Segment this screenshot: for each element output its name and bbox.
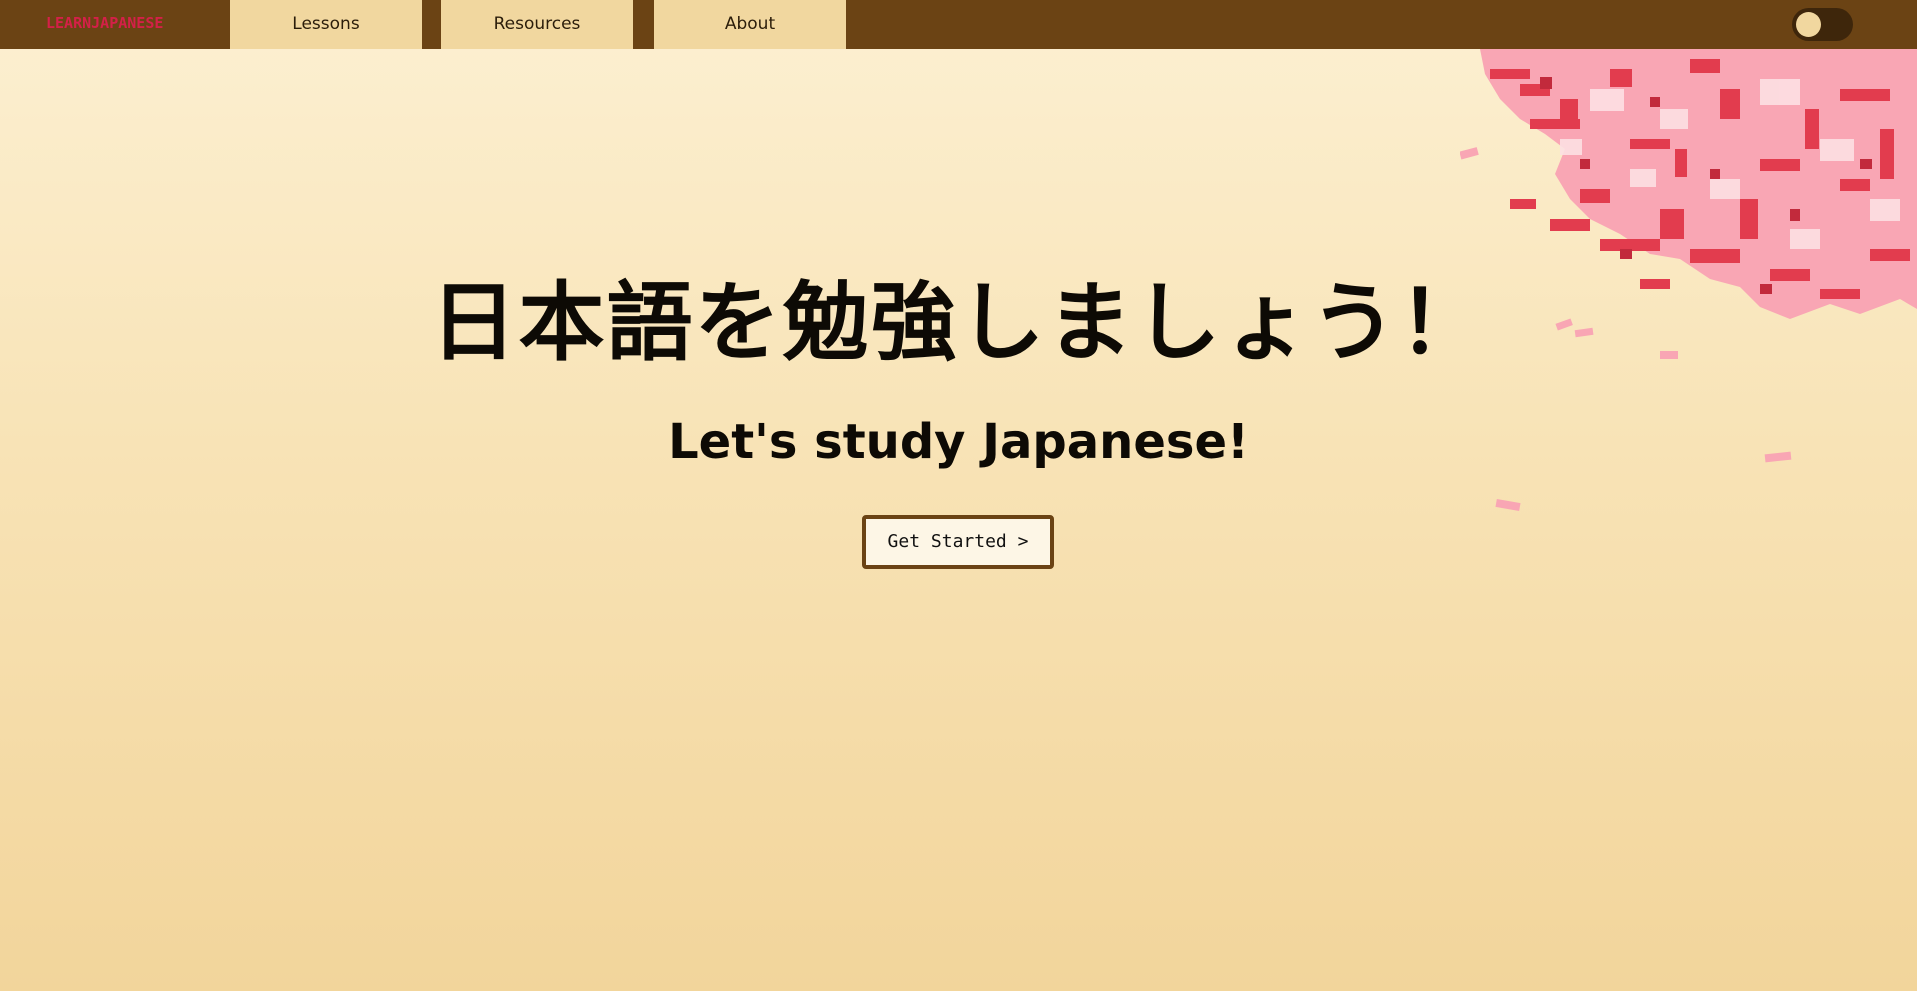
theme-toggle[interactable] — [1792, 8, 1853, 41]
nav-tab-resources[interactable]: Resources — [441, 0, 633, 49]
get-started-button[interactable]: Get Started > — [862, 515, 1054, 569]
top-navbar: LEARNJAPANESE Lessons Resources About — [0, 0, 1917, 49]
nav-tab-lessons[interactable]: Lessons — [230, 0, 422, 49]
nav-tab-about[interactable]: About — [654, 0, 846, 49]
theme-toggle-knob — [1796, 12, 1821, 37]
hero-title-japanese: 日本語を勉強しましょう！ — [430, 273, 1487, 373]
site-logo[interactable]: LEARNJAPANESE — [46, 12, 163, 34]
hero-subtitle-english: Let's study Japanese! — [668, 414, 1249, 470]
